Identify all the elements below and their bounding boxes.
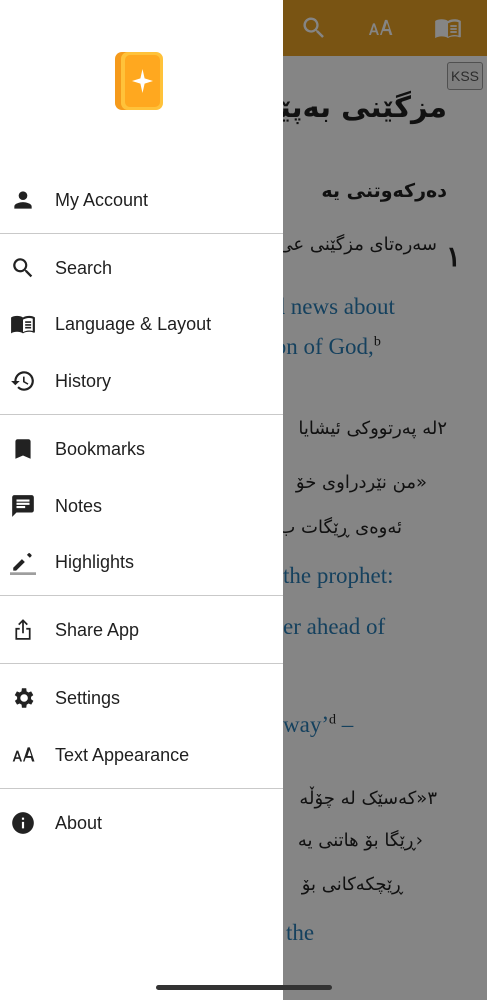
- menu-divider: [0, 663, 283, 664]
- info-icon: [9, 809, 37, 837]
- menu-item-label: About: [55, 812, 103, 833]
- navigation-drawer: My Account Search Language & Layout Hist…: [0, 0, 283, 1000]
- note-icon: [9, 492, 37, 520]
- menu-item-label: Search: [55, 257, 113, 278]
- menu-item-label: Highlights: [55, 551, 135, 572]
- menu-item-notes[interactable]: Notes: [0, 484, 283, 528]
- history-icon: [9, 367, 37, 395]
- menu-item-text-appearance[interactable]: Text Appearance: [0, 733, 283, 777]
- menu-item-language-layout[interactable]: Language & Layout: [0, 302, 283, 346]
- menu-item-label: My Account: [55, 189, 149, 210]
- gear-icon: [9, 684, 37, 712]
- menu-item-my-account[interactable]: My Account: [0, 178, 283, 222]
- menu-item-settings[interactable]: Settings: [0, 676, 283, 720]
- share-icon: [9, 616, 37, 644]
- search-icon: [9, 254, 37, 282]
- menu-item-bookmarks[interactable]: Bookmarks: [0, 427, 283, 471]
- home-indicator[interactable]: [156, 985, 332, 990]
- menu-divider: [0, 233, 283, 234]
- menu-item-about[interactable]: About: [0, 801, 283, 845]
- book-open-icon: [9, 310, 37, 338]
- menu-item-label: Language & Layout: [55, 313, 212, 334]
- menu-item-history[interactable]: History: [0, 359, 283, 403]
- menu-item-label: Settings: [55, 687, 121, 708]
- menu-item-label: Notes: [55, 495, 103, 516]
- menu-item-label: Bookmarks: [55, 438, 146, 459]
- menu-divider: [0, 788, 283, 789]
- person-icon: [9, 186, 37, 214]
- menu-item-highlights[interactable]: Highlights: [0, 540, 283, 584]
- menu-divider: [0, 414, 283, 415]
- menu-divider: [0, 595, 283, 596]
- bookmark-icon: [9, 435, 37, 463]
- menu-item-label: History: [55, 370, 112, 391]
- menu-item-label: Share App: [55, 619, 140, 640]
- menu-item-label: Text Appearance: [55, 744, 190, 765]
- menu-item-share-app[interactable]: Share App: [0, 608, 283, 652]
- highlighter-icon: [9, 548, 37, 576]
- text-size-icon: [9, 741, 37, 769]
- menu-item-search[interactable]: Search: [0, 246, 283, 290]
- sparkle-book-icon: [115, 52, 163, 110]
